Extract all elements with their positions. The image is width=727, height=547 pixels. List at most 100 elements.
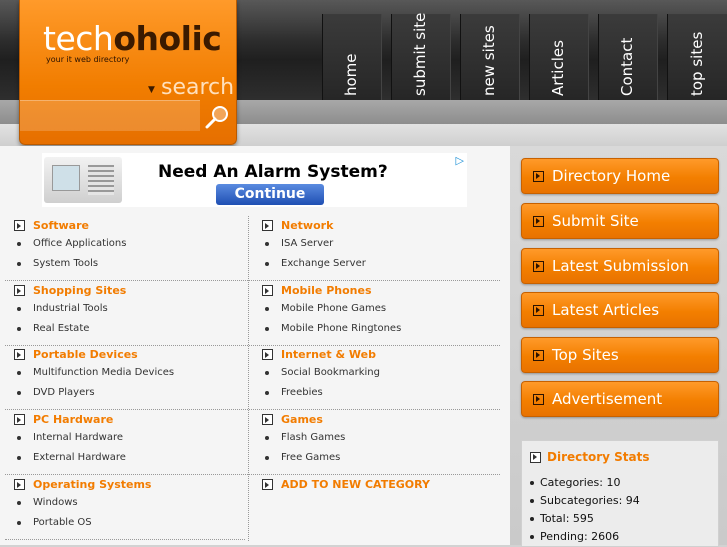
nav-tab-articles[interactable]: Articles: [529, 14, 589, 100]
category-block: Network ISA Server Exchange Server: [248, 216, 488, 280]
category-block: Portable Devices Multifunction Media Dev…: [0, 345, 240, 409]
subcategory-link[interactable]: Free Games: [281, 452, 340, 463]
nav-tab-top-sites[interactable]: top sites: [667, 14, 727, 100]
arrow-box-icon: [14, 349, 25, 360]
stats-title: Directory Stats: [547, 450, 650, 464]
arrow-box-icon: [533, 215, 544, 227]
chevron-down-icon: ▼: [148, 85, 155, 95]
bullet-icon: [17, 435, 21, 440]
bullet-icon: [530, 498, 534, 503]
nav-label: top sites: [688, 31, 706, 96]
nav-tab-contact[interactable]: Contact: [598, 14, 658, 100]
subcategory-link[interactable]: Real Estate: [33, 323, 89, 334]
bullet-icon: [530, 534, 534, 539]
category-block: Shopping Sites Industrial Tools Real Est…: [0, 281, 240, 345]
category-block: Internet & Web Social Bookmarking Freebi…: [248, 345, 488, 409]
category-title[interactable]: Network: [281, 219, 333, 232]
alarm-device-image: [44, 157, 122, 203]
sidebar-button-label: Advertisement: [552, 390, 663, 408]
subcategory-link[interactable]: Mobile Phone Games: [281, 303, 386, 314]
sidebar-button-latest-submission[interactable]: Latest Submission: [521, 248, 719, 284]
arrow-box-icon: [14, 285, 25, 296]
sidebar-button-directory-home[interactable]: Directory Home: [521, 158, 719, 194]
subcategory-link[interactable]: Social Bookmarking: [281, 367, 380, 378]
category-title[interactable]: Internet & Web: [281, 348, 376, 361]
category-block: Software Office Applications System Tool…: [0, 216, 240, 280]
bullet-icon: [17, 520, 21, 525]
search-icon[interactable]: [204, 104, 230, 130]
category-title[interactable]: Software: [33, 219, 89, 232]
category-title[interactable]: Shopping Sites: [33, 284, 126, 297]
sidebar-button-top-sites[interactable]: Top Sites: [521, 337, 719, 373]
subcategory-link[interactable]: Internal Hardware: [33, 432, 123, 443]
subcategory-link[interactable]: Freebies: [281, 387, 323, 398]
nav-label: new sites: [480, 25, 498, 96]
bullet-icon: [17, 241, 21, 246]
bullet-icon: [530, 480, 534, 485]
bullet-icon: [17, 306, 21, 311]
category-title[interactable]: Operating Systems: [33, 478, 151, 491]
category-title[interactable]: Portable Devices: [33, 348, 138, 361]
arrow-box-icon: [14, 479, 25, 490]
category-block: PC Hardware Internal Hardware External H…: [0, 410, 240, 474]
subcategory-link[interactable]: System Tools: [33, 258, 98, 269]
bullet-icon: [17, 455, 21, 460]
nav-label: home: [342, 53, 360, 96]
nav-tab-new-sites[interactable]: new sites: [460, 14, 520, 100]
nav-tab-submit-site[interactable]: submit site: [391, 12, 451, 100]
subcategory-link[interactable]: Mobile Phone Ringtones: [281, 323, 401, 334]
arrow-box-icon: [262, 414, 273, 425]
bullet-icon: [265, 435, 269, 440]
subcategory-link[interactable]: Windows: [33, 497, 78, 508]
adchoices-icon[interactable]: ▷: [456, 154, 464, 167]
category-title[interactable]: PC Hardware: [33, 413, 113, 426]
stat-total: Total: 595: [540, 512, 594, 525]
arrow-box-icon: [14, 220, 25, 231]
subcategory-link[interactable]: Office Applications: [33, 238, 126, 249]
search-label: search: [161, 75, 235, 100]
nav-tab-home[interactable]: home: [322, 14, 382, 100]
sidebar-button-label: Latest Submission: [552, 257, 689, 275]
bullet-icon: [265, 261, 269, 266]
subcategory-link[interactable]: ISA Server: [281, 238, 333, 249]
subcategory-link[interactable]: Industrial Tools: [33, 303, 108, 314]
search-input[interactable]: [20, 100, 200, 131]
logo-tagline: your it web directory: [46, 55, 130, 64]
add-category-link[interactable]: ADD TO NEW CATEGORY: [281, 478, 430, 491]
subcategory-link[interactable]: DVD Players: [33, 387, 95, 398]
nav-label: submit site: [411, 12, 429, 96]
logo[interactable]: techoholic: [43, 22, 222, 55]
arrow-box-icon: [262, 285, 273, 296]
row-divider: [5, 539, 245, 540]
category-title[interactable]: Mobile Phones: [281, 284, 372, 297]
bullet-icon: [265, 390, 269, 395]
subcategory-link[interactable]: Flash Games: [281, 432, 345, 443]
arrow-box-icon: [533, 349, 544, 361]
sidebar-button-submit-site[interactable]: Submit Site: [521, 203, 719, 239]
arrow-box-icon: [533, 304, 544, 316]
nav-label: Contact: [618, 37, 636, 96]
arrow-box-icon: [530, 451, 541, 463]
category-title[interactable]: Games: [281, 413, 323, 426]
logo-panel: techoholic your it web directory ▼ searc…: [19, 0, 237, 145]
subcategory-link[interactable]: Multifunction Media Devices: [33, 367, 174, 378]
subcategory-link[interactable]: Exchange Server: [281, 258, 366, 269]
arrow-box-icon: [533, 260, 544, 272]
bullet-icon: [17, 390, 21, 395]
bullet-icon: [17, 326, 21, 331]
sidebar-button-label: Submit Site: [552, 212, 639, 230]
ad-continue-button[interactable]: Continue: [216, 184, 324, 205]
subcategory-link[interactable]: External Hardware: [33, 452, 126, 463]
bullet-icon: [265, 370, 269, 375]
subcategory-link[interactable]: Portable OS: [33, 517, 92, 528]
ad-banner[interactable]: Need An Alarm System? Continue ▷: [42, 153, 467, 207]
bullet-icon: [265, 326, 269, 331]
sidebar-button-latest-articles[interactable]: Latest Articles: [521, 292, 719, 328]
bullet-icon: [17, 370, 21, 375]
arrow-box-icon: [262, 479, 273, 490]
sidebar-button-advertisement[interactable]: Advertisement: [521, 381, 719, 417]
sidebar-button-label: Latest Articles: [552, 301, 660, 319]
ad-headline: Need An Alarm System?: [158, 162, 388, 182]
arrow-box-icon: [14, 414, 25, 425]
bullet-icon: [530, 516, 534, 521]
